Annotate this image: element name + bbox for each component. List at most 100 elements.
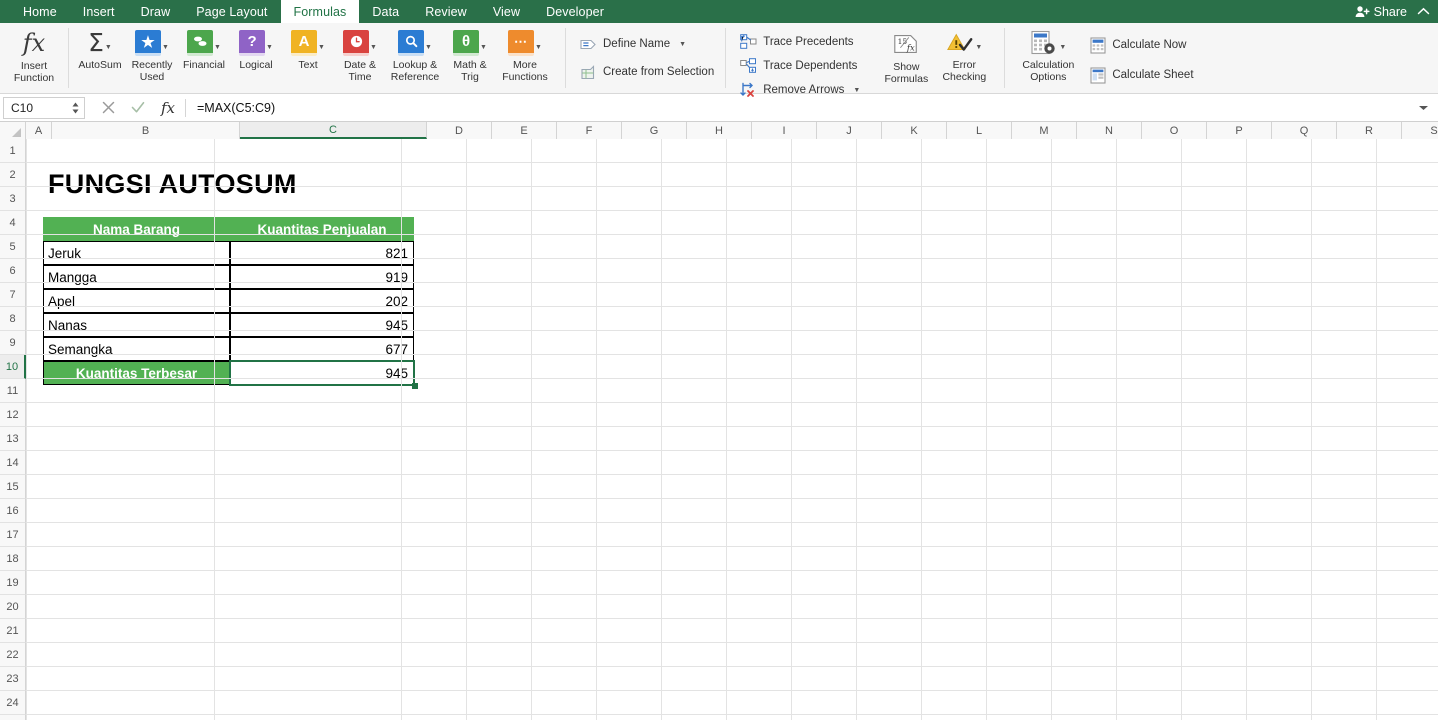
row-header-17[interactable]: 17 [0, 523, 26, 547]
row-header-20[interactable]: 20 [0, 595, 26, 619]
logical-button[interactable]: ? ▼ Logical [230, 27, 282, 71]
tab-page-layout[interactable]: Page Layout [183, 0, 280, 23]
row-header-10[interactable]: 10 [0, 355, 26, 379]
table-total-value[interactable]: 945 [230, 361, 414, 385]
trace-dependents-button[interactable]: Trace Dependents [738, 55, 862, 77]
name-box[interactable]: C10 [3, 96, 85, 119]
row-header-18[interactable]: 18 [0, 547, 26, 571]
row-header-13[interactable]: 13 [0, 427, 26, 451]
cancel-x-icon[interactable] [93, 96, 123, 120]
tab-formulas[interactable]: Formulas [280, 0, 360, 23]
table-cell-name[interactable]: Semangka [43, 337, 230, 361]
row-header-3[interactable]: 3 [0, 187, 26, 211]
column-header-h[interactable]: H [687, 122, 752, 139]
row-header-11[interactable]: 11 [0, 379, 26, 403]
math-trig-button[interactable]: θ ▼ Math & Trig [444, 27, 496, 83]
chevron-up-icon[interactable] [1417, 7, 1430, 16]
remove-arrows-button[interactable]: Remove Arrows ▼ [738, 79, 862, 101]
chevron-down-icon[interactable] [1408, 104, 1438, 112]
fx-icon[interactable]: fx [153, 96, 183, 120]
row-header-8[interactable]: 8 [0, 307, 26, 331]
row-header-7[interactable]: 7 [0, 283, 26, 307]
recently-used-caret-icon[interactable]: ▼ [162, 44, 169, 51]
row-header-21[interactable]: 21 [0, 619, 26, 643]
table-cell-value[interactable]: 945 [230, 313, 414, 337]
row-header-14[interactable]: 14 [0, 451, 26, 475]
tab-insert[interactable]: Insert [70, 0, 128, 23]
row-header-5[interactable]: 5 [0, 235, 26, 259]
table-cell-name[interactable]: Jeruk [43, 241, 230, 265]
date-time-caret-icon[interactable]: ▼ [370, 44, 377, 51]
trace-precedents-button[interactable]: Trace Precedents [738, 31, 862, 53]
sheet-title[interactable]: FUNGSI AUTOSUM [48, 169, 297, 200]
table-header-kuantitas-penjualan[interactable]: Kuantitas Penjualan [230, 217, 414, 241]
fill-handle[interactable] [412, 383, 418, 389]
table-total-label[interactable]: Kuantitas Terbesar [43, 361, 230, 385]
remove-arrows-caret-icon[interactable]: ▼ [853, 87, 860, 94]
column-header-n[interactable]: N [1077, 122, 1142, 139]
column-header-i[interactable]: I [752, 122, 817, 139]
column-header-a[interactable]: A [26, 122, 52, 139]
column-header-f[interactable]: F [557, 122, 622, 139]
row-header-6[interactable]: 6 [0, 259, 26, 283]
column-header-l[interactable]: L [947, 122, 1012, 139]
cells-area[interactable]: FUNGSI AUTOSUM Nama Barang Kuantitas Pen… [26, 139, 1438, 720]
lookup-reference-button[interactable]: ▼ Lookup & Reference [386, 27, 444, 83]
tab-view[interactable]: View [480, 0, 533, 23]
row-header-1[interactable]: 1 [0, 139, 26, 163]
more-functions-button[interactable]: ⋯ ▼ More Functions [496, 27, 554, 83]
spinner-icon[interactable] [71, 101, 80, 115]
row-header-16[interactable]: 16 [0, 499, 26, 523]
more-functions-caret-icon[interactable]: ▼ [535, 44, 542, 51]
tab-review[interactable]: Review [412, 0, 480, 23]
create-from-selection-button[interactable]: Create from Selection [578, 61, 716, 83]
row-header-15[interactable]: 15 [0, 475, 26, 499]
column-header-d[interactable]: D [427, 122, 492, 139]
text-caret-icon[interactable]: ▼ [318, 44, 325, 51]
column-header-c[interactable]: C [240, 122, 427, 139]
row-header-24[interactable]: 24 [0, 691, 26, 715]
column-header-e[interactable]: E [492, 122, 557, 139]
row-header-23[interactable]: 23 [0, 667, 26, 691]
column-header-j[interactable]: J [817, 122, 882, 139]
tab-home[interactable]: Home [10, 0, 70, 23]
date-time-button[interactable]: ▼ Date & Time [334, 27, 386, 83]
math-trig-caret-icon[interactable]: ▼ [480, 44, 487, 51]
table-cell-value[interactable]: 821 [230, 241, 414, 265]
column-header-k[interactable]: K [882, 122, 947, 139]
row-header-12[interactable]: 12 [0, 403, 26, 427]
confirm-check-icon[interactable] [123, 96, 153, 120]
table-header-nama-barang[interactable]: Nama Barang [43, 217, 230, 241]
recently-used-button[interactable]: ★ ▼ Recently Used [126, 27, 178, 83]
financial-button[interactable]: ▼ Financial [178, 27, 230, 71]
row-header-22[interactable]: 22 [0, 643, 26, 667]
autosum-button[interactable]: Σ ▼ AutoSum [74, 27, 126, 72]
row-header-25[interactable]: 25 [0, 715, 26, 720]
financial-caret-icon[interactable]: ▼ [214, 44, 221, 51]
calculation-options-caret-icon[interactable]: ▼ [1059, 44, 1066, 51]
show-formulas-button[interactable]: 15 fx Show Formulas [877, 27, 935, 85]
column-header-b[interactable]: B [52, 122, 240, 139]
share-button[interactable]: Share [1355, 5, 1407, 19]
column-header-q[interactable]: Q [1272, 122, 1337, 139]
row-header-9[interactable]: 9 [0, 331, 26, 355]
table-cell-name[interactable]: Mangga [43, 265, 230, 289]
autosum-caret-icon[interactable]: ▼ [105, 44, 112, 51]
calculate-sheet-button[interactable]: Calculate Sheet [1087, 64, 1195, 86]
tab-developer[interactable]: Developer [533, 0, 617, 23]
column-header-g[interactable]: G [622, 122, 687, 139]
row-header-19[interactable]: 19 [0, 571, 26, 595]
column-header-s[interactable]: S [1402, 122, 1438, 139]
tab-data[interactable]: Data [359, 0, 412, 23]
column-header-r[interactable]: R [1337, 122, 1402, 139]
error-checking-caret-icon[interactable]: ▼ [975, 44, 982, 51]
insert-function-button[interactable]: fx Insert Function [5, 27, 63, 85]
table-cell-name[interactable]: Apel [43, 289, 230, 313]
column-header-o[interactable]: O [1142, 122, 1207, 139]
lookup-reference-caret-icon[interactable]: ▼ [425, 44, 432, 51]
select-all-corner[interactable] [0, 122, 26, 139]
text-button[interactable]: A ▼ Text [282, 27, 334, 71]
calculate-now-button[interactable]: Calculate Now [1087, 34, 1195, 56]
table-cell-name[interactable]: Nanas [43, 313, 230, 337]
calculation-options-button[interactable]: ▼ Calculation Options [1015, 27, 1081, 83]
